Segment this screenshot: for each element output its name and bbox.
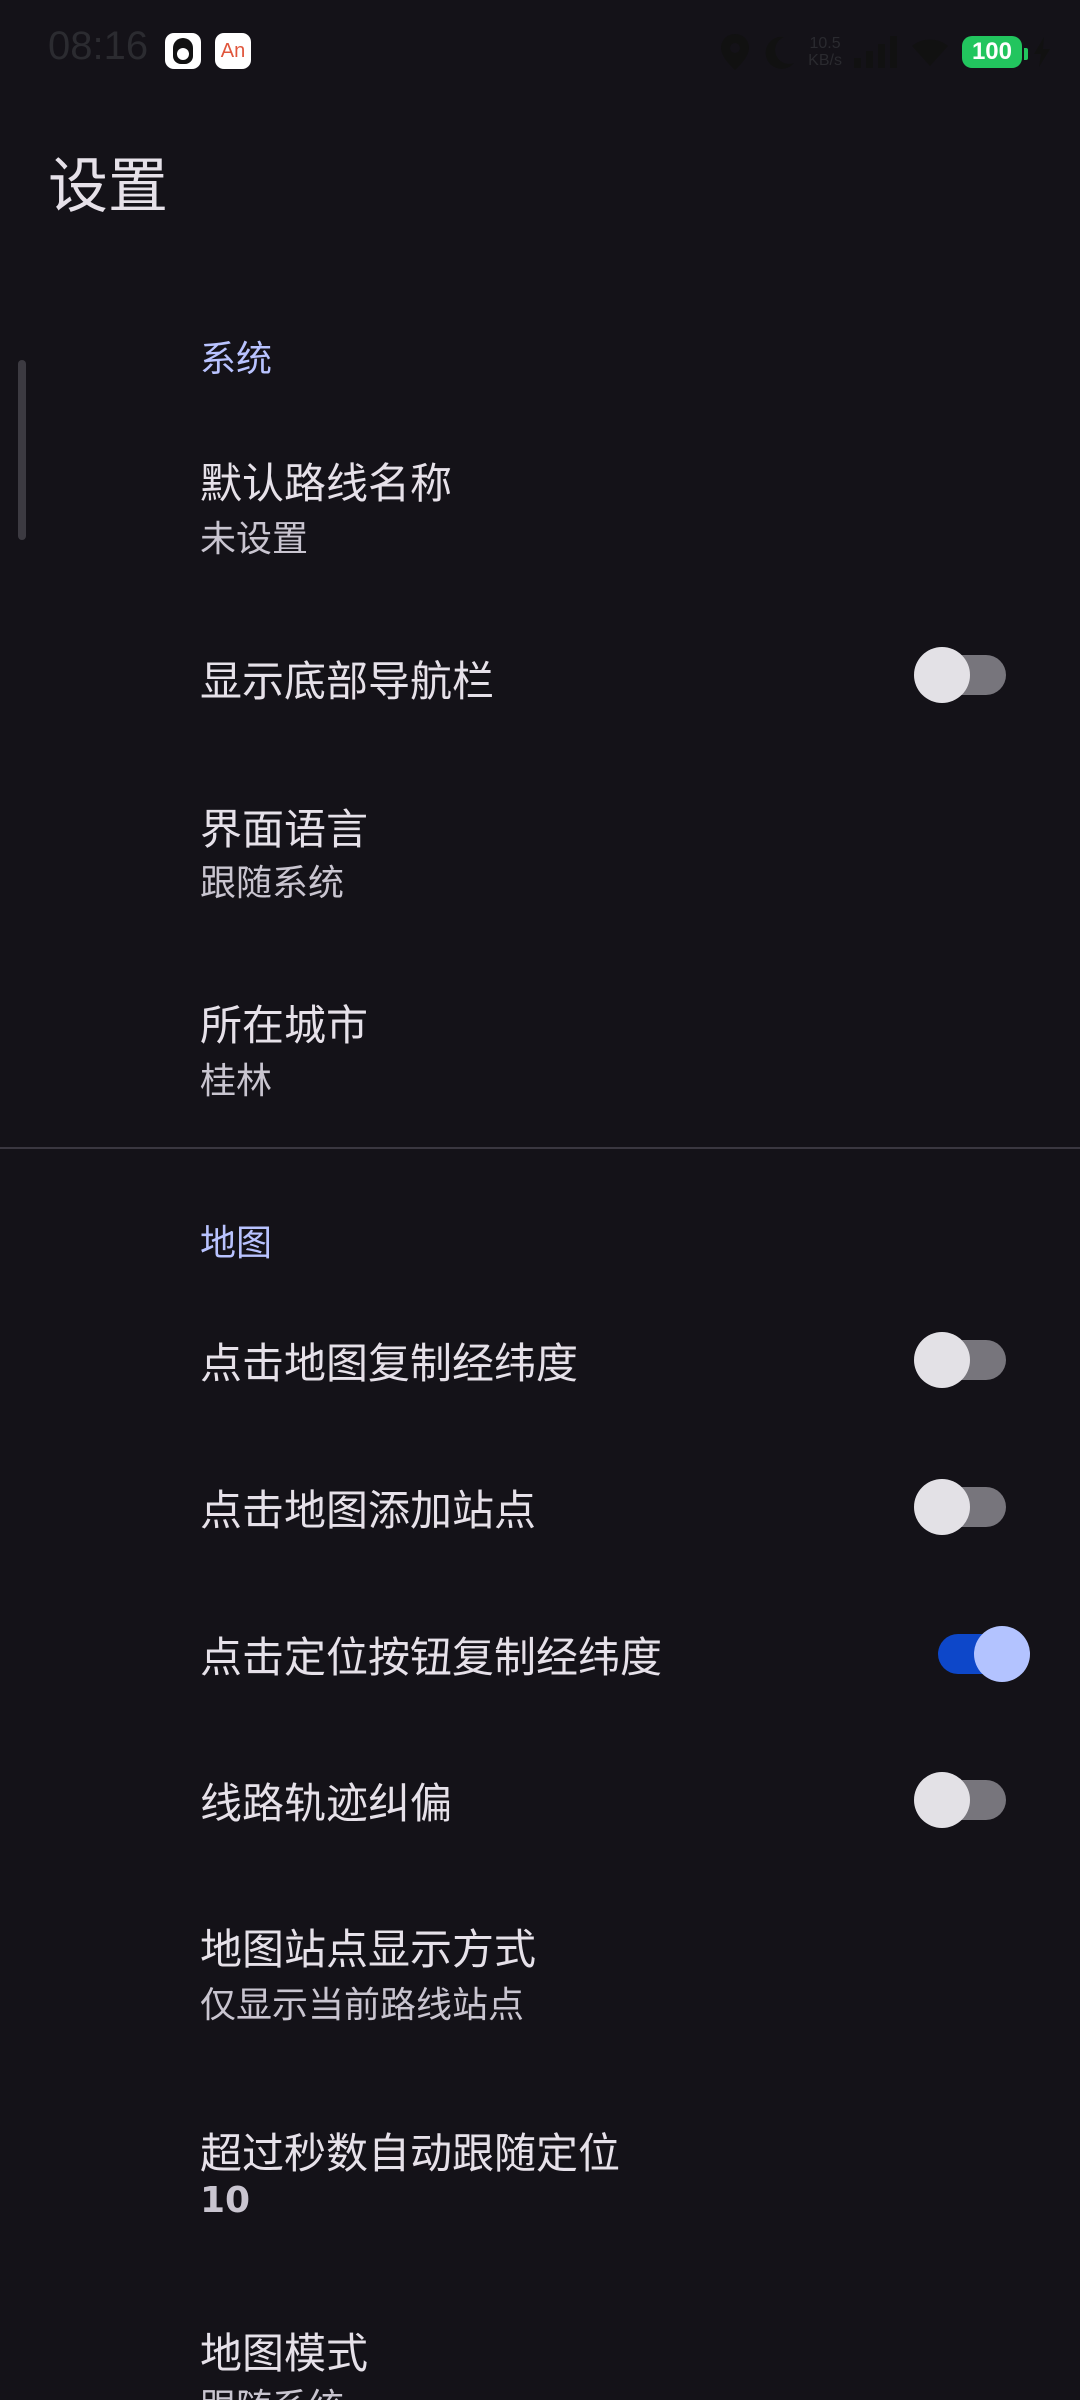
setting-station-display-mode[interactable]: 地图站点显示方式 仅显示当前路线站点 — [0, 1890, 1080, 2060]
setting-title: 界面语言 — [200, 805, 369, 854]
setting-map-mode[interactable]: 地图模式 跟随系统 — [0, 2290, 1080, 2400]
moon-icon — [762, 35, 796, 69]
status-bar: 08:16 An 10.5 KB/s 100 — [0, 0, 1080, 104]
location-icon — [720, 33, 750, 71]
setting-title: 地图站点显示方式 — [200, 1925, 537, 1974]
setting-value: 跟随系统 — [200, 2378, 344, 2400]
setting-value: 10 — [200, 2180, 251, 2221]
setting-tap-locate-copy-coords[interactable]: 点击定位按钮复制经纬度 — [0, 1595, 1080, 1715]
setting-title: 点击定位按钮复制经纬度 — [200, 1633, 663, 1682]
an-app-icon: An — [215, 33, 251, 69]
setting-ui-language[interactable]: 界面语言 跟随系统 — [0, 770, 1080, 940]
setting-title: 显示底部导航栏 — [200, 657, 495, 706]
setting-value: 跟随系统 — [200, 863, 345, 904]
signal-icon — [853, 36, 898, 68]
qq-app-icon — [165, 33, 201, 69]
switch-thumb — [914, 1479, 970, 1535]
battery-indicator: 100 — [961, 36, 1029, 68]
section-header-map: 地图 — [200, 1223, 273, 1264]
setting-tap-map-copy-coords[interactable]: 点击地图复制经纬度 — [0, 1300, 1080, 1420]
status-time: 08:16 — [48, 24, 149, 68]
status-icons: 10.5 KB/s 100 — [720, 24, 1050, 80]
section-divider — [0, 1147, 1080, 1149]
net-speed: 10.5 KB/s — [808, 35, 842, 69]
setting-show-bottom-nav[interactable]: 显示底部导航栏 — [0, 620, 1080, 730]
setting-title: 点击地图复制经纬度 — [200, 1339, 579, 1388]
setting-tap-map-add-station[interactable]: 点击地图添加站点 — [0, 1450, 1080, 1570]
setting-title: 默认路线名称 — [200, 459, 453, 508]
switch-thumb — [914, 1332, 970, 1388]
setting-route-track-correction[interactable]: 线路轨迹纠偏 — [0, 1740, 1080, 1860]
setting-default-route-name[interactable]: 默认路线名称 未设置 — [0, 420, 1080, 590]
setting-value: 桂林 — [200, 1061, 273, 1102]
setting-auto-follow-seconds[interactable]: 超过秒数自动跟随定位 10 — [0, 2090, 1080, 2260]
wifi-icon — [910, 36, 950, 68]
switch-thumb — [914, 1772, 970, 1828]
page-title: 设置 — [48, 152, 168, 222]
setting-title: 超过秒数自动跟随定位 — [200, 2129, 621, 2178]
setting-title: 点击地图添加站点 — [200, 1486, 537, 1535]
switch-thumb — [974, 1626, 1030, 1682]
charging-icon — [1034, 37, 1050, 67]
switch-thumb — [914, 647, 970, 703]
setting-title: 地图模式 — [200, 2329, 369, 2378]
setting-title: 线路轨迹纠偏 — [200, 1779, 453, 1828]
setting-title: 所在城市 — [200, 1001, 369, 1050]
setting-value: 仅显示当前路线站点 — [200, 1985, 525, 2026]
section-header-system: 系统 — [200, 339, 273, 380]
setting-city[interactable]: 所在城市 桂林 — [0, 970, 1080, 1140]
setting-value: 未设置 — [200, 519, 309, 560]
